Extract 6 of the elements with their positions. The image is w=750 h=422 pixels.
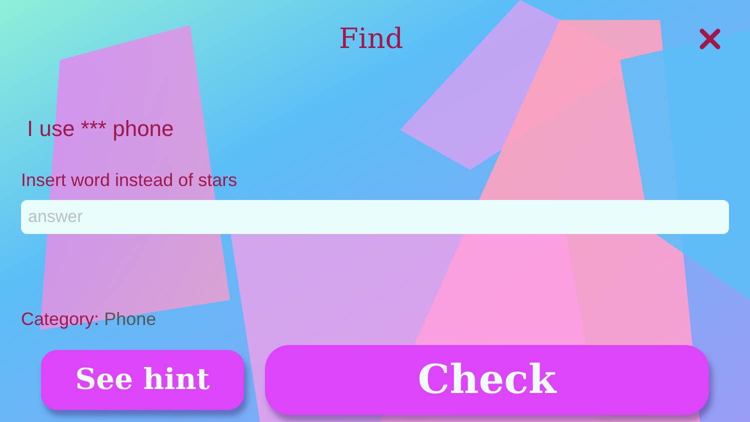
category-value: Phone xyxy=(104,309,156,329)
check-button[interactable]: Check xyxy=(265,345,709,415)
hint-button[interactable]: See hint xyxy=(41,350,244,410)
page-title: Find xyxy=(338,21,404,57)
answer-field[interactable]: answer xyxy=(21,200,729,234)
close-icon[interactable] xyxy=(699,28,721,50)
